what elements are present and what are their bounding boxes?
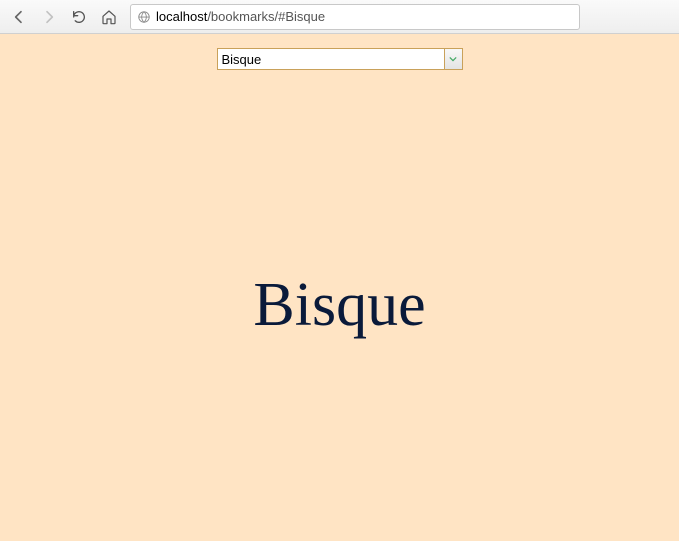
- color-select[interactable]: Bisque: [217, 48, 463, 70]
- color-select-value: Bisque: [218, 52, 444, 67]
- forward-button[interactable]: [36, 4, 62, 30]
- chevron-down-icon: [449, 55, 457, 63]
- reload-button[interactable]: [66, 4, 92, 30]
- color-heading: Bisque: [253, 270, 425, 341]
- arrow-left-icon: [11, 9, 27, 25]
- home-button[interactable]: [96, 4, 122, 30]
- back-button[interactable]: [6, 4, 32, 30]
- page-content: Bisque Bisque: [0, 34, 679, 541]
- browser-toolbar: localhost/bookmarks/#Bisque: [0, 0, 679, 34]
- dropdown-arrow: [444, 49, 462, 69]
- home-icon: [101, 9, 117, 25]
- url-bar[interactable]: localhost/bookmarks/#Bisque: [130, 4, 580, 30]
- arrow-right-icon: [41, 9, 57, 25]
- reload-icon: [71, 9, 87, 25]
- globe-icon: [137, 10, 151, 24]
- url-text: localhost/bookmarks/#Bisque: [156, 9, 325, 24]
